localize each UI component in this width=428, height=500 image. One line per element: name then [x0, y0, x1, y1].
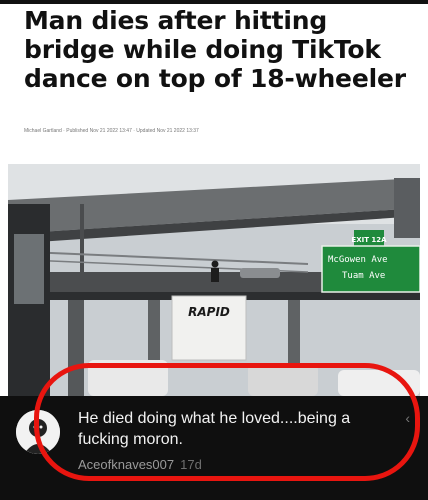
avatar-image: [16, 410, 60, 454]
comment-text: He died doing what he loved....being a f…: [78, 410, 351, 448]
news-photo: RAPID EXIT 12A McGowen Ave Tuam Ave: [8, 164, 420, 396]
comment-meta: Aceofknaves007 17d: [78, 457, 202, 472]
person-head: [211, 260, 219, 268]
article-byline: Michael Gartland · Published Nov 21 2022…: [24, 128, 199, 134]
car-3: [338, 370, 420, 396]
bridge-car: [240, 268, 280, 278]
truck-brand-text: RAPID: [188, 305, 230, 319]
comment-age: 17d: [180, 457, 202, 472]
exit-sign-text: EXIT 12A: [351, 236, 387, 244]
chevron-left-icon[interactable]: ‹: [405, 410, 410, 426]
article-headline: Man dies after hitting bridge while doin…: [24, 6, 406, 93]
avatar[interactable]: [16, 410, 60, 454]
street-sign: [321, 245, 420, 293]
street-sign-line-1: McGowen Ave: [328, 255, 388, 265]
street-sign-line-2: Tuam Ave: [342, 271, 385, 281]
top-strip: [0, 0, 428, 4]
car-2: [248, 364, 318, 396]
support-column-1: [68, 300, 84, 396]
person-body: [211, 268, 219, 282]
overpass-pillar-right: [394, 178, 420, 238]
photo-scene: RAPID EXIT 12A McGowen Ave Tuam Ave: [8, 164, 420, 396]
comment-username[interactable]: Aceofknaves007: [78, 457, 174, 472]
comment-panel: He died doing what he loved....being a f…: [0, 396, 428, 500]
truck-window: [14, 234, 44, 304]
car-1: [88, 360, 168, 396]
